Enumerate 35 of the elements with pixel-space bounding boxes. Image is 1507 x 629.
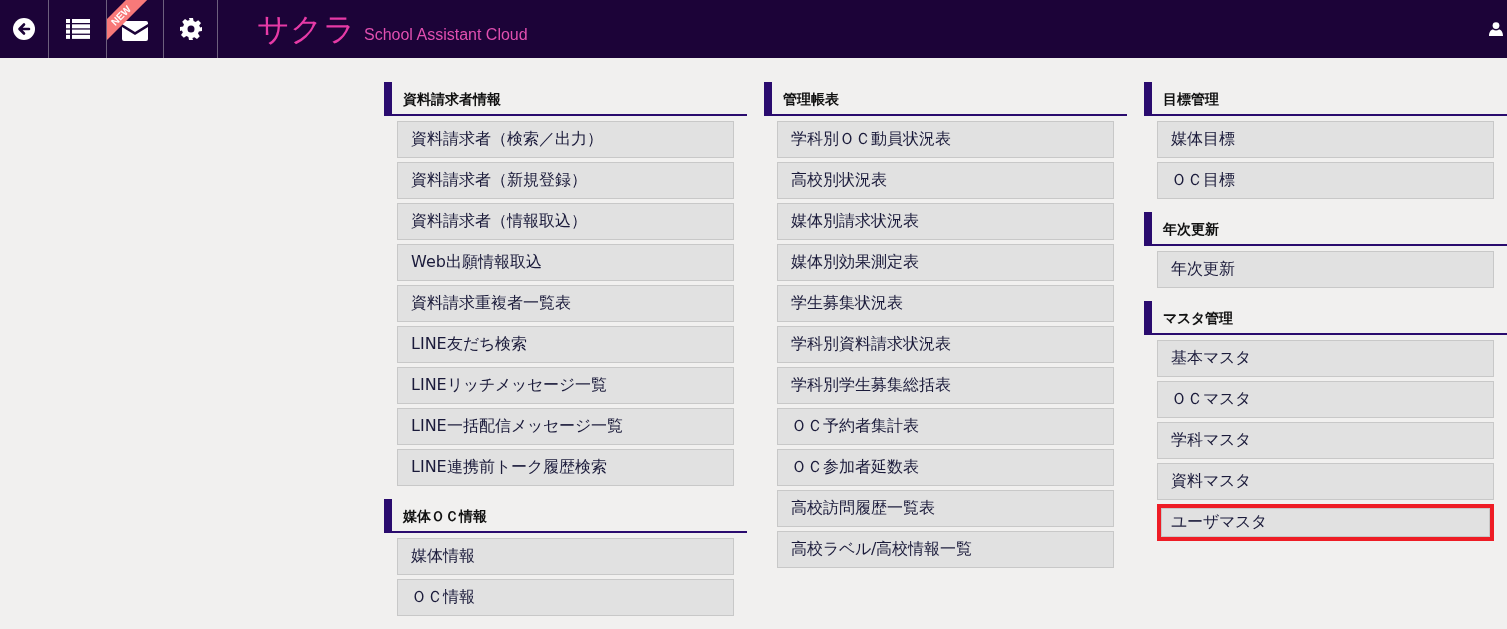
- menu-item[interactable]: Web出願情報取込: [397, 244, 734, 281]
- menu-item[interactable]: ユーザマスタ: [1157, 504, 1494, 541]
- app-logo: サクラ: [257, 13, 356, 45]
- menu-item[interactable]: 資料請求重複者一覧表: [397, 285, 734, 322]
- settings-icon: [179, 18, 202, 40]
- menu-item[interactable]: LINE友だち検索: [397, 326, 734, 363]
- menu-item[interactable]: 資料請求者（新規登録）: [397, 162, 734, 199]
- menu-item[interactable]: 学科別学生募集総括表: [777, 367, 1114, 404]
- menu-item[interactable]: ＯＣマスタ: [1157, 381, 1494, 418]
- menu-item[interactable]: 基本マスタ: [1157, 340, 1494, 377]
- menu-item[interactable]: 高校訪問履歴一覧表: [777, 490, 1114, 527]
- list-icon: [65, 19, 90, 39]
- menu-item[interactable]: 学生募集状況表: [777, 285, 1114, 322]
- menu-item[interactable]: 媒体別効果測定表: [777, 244, 1114, 281]
- menu-item[interactable]: LINEリッチメッセージ一覧: [397, 367, 734, 404]
- menu-item[interactable]: 資料マスタ: [1157, 463, 1494, 500]
- menu-item[interactable]: 媒体目標: [1157, 121, 1494, 158]
- menu-item[interactable]: 高校ラベル/高校情報一覧: [777, 531, 1114, 568]
- menu-item[interactable]: 学科別資料請求状況表: [777, 326, 1114, 363]
- menu-item[interactable]: ＯＣ参加者延数表: [777, 449, 1114, 486]
- menu-item[interactable]: 媒体別請求状況表: [777, 203, 1114, 240]
- app-subtitle: School Assistant Cloud: [364, 26, 528, 44]
- menu-item[interactable]: 年次更新: [1157, 251, 1494, 288]
- menu-item[interactable]: LINE連携前トーク履歴検索: [397, 449, 734, 486]
- menu-item[interactable]: 媒体情報: [397, 538, 734, 575]
- menu-item[interactable]: ＯＣ予約者集計表: [777, 408, 1114, 445]
- menu-item[interactable]: ＯＣ目標: [1157, 162, 1494, 199]
- menu-item[interactable]: LINE一括配信メッセージ一覧: [397, 408, 734, 445]
- user-icon[interactable]: [1489, 22, 1503, 36]
- menu-item[interactable]: 高校別状況表: [777, 162, 1114, 199]
- menu-item[interactable]: 資料請求者（情報取込）: [397, 203, 734, 240]
- menu-item[interactable]: 資料請求者（検索／出力）: [397, 121, 734, 158]
- menu-item[interactable]: ＯＣ情報: [397, 579, 734, 616]
- menu-item[interactable]: 学科マスタ: [1157, 422, 1494, 459]
- menu-item[interactable]: 学科別ＯＣ動員状況表: [777, 121, 1114, 158]
